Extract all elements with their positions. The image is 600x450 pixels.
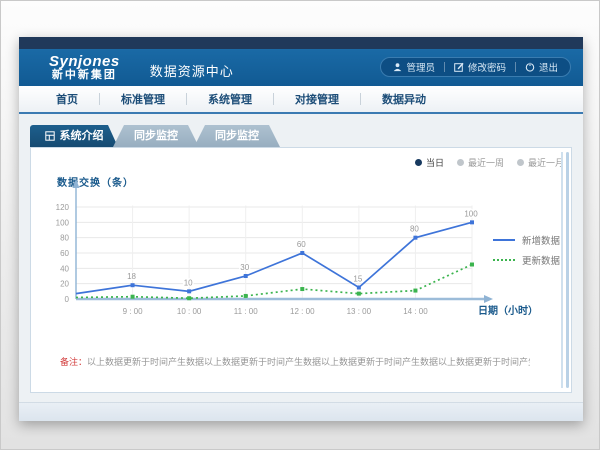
window-top-strip: [19, 37, 583, 49]
app-title: 数据资源中心: [136, 55, 234, 80]
tab-bar: 系统介绍 同步监控 同步监控: [30, 125, 583, 147]
series-marker: [357, 292, 361, 296]
grid-document-icon: [45, 131, 55, 141]
x-tick-label: 9 : 00: [123, 307, 144, 316]
series-marker: [300, 287, 304, 291]
y-axis-arrow-icon: [73, 179, 80, 188]
data-label: 15: [353, 275, 362, 284]
brand-logo-en: Synjones: [49, 54, 120, 69]
data-label: 80: [410, 225, 419, 234]
change-password-label: 修改密码: [468, 60, 506, 74]
y-tick-label: 120: [56, 203, 70, 212]
data-label: 30: [240, 263, 249, 272]
footnote-text: 以上数据更新于时间产生数据以上数据更新于时间产生数据以上数据更新于时间产生数据以…: [87, 357, 530, 367]
chart-x-axis-title: 日期（小时）: [478, 302, 538, 317]
nav-item-0[interactable]: 首页: [35, 91, 99, 107]
footnote-prefix: 备注：: [60, 357, 87, 367]
nav-item-1[interactable]: 标准管理: [100, 91, 186, 107]
x-tick-label: 10 : 00: [177, 307, 202, 316]
y-tick-label: 100: [56, 218, 70, 227]
tab-label: 系统介绍: [60, 125, 104, 147]
x-tick-label: 14 : 00: [403, 307, 428, 316]
footnote: 备注：以上数据更新于时间产生数据以上数据更新于时间产生数据以上数据更新于时间产生…: [60, 355, 530, 368]
data-label: 60: [297, 240, 306, 249]
edit-icon: [454, 62, 464, 72]
series-marker: [187, 296, 191, 300]
power-icon: [525, 62, 535, 72]
series-marker: [244, 274, 248, 278]
series-line-1: [76, 265, 472, 299]
desktop-background: Synjones 新中新集团 数据资源中心 管理员 修改密码 退出: [0, 0, 600, 450]
series-marker: [131, 283, 135, 287]
data-label: 18: [127, 272, 136, 281]
legend-line-sample: [493, 259, 515, 261]
window-footer: [19, 402, 583, 421]
legend-label: 更新数据: [522, 253, 560, 267]
user-toolbar: 管理员 修改密码 退出: [380, 57, 571, 77]
series-marker: [300, 251, 304, 255]
series-marker: [187, 289, 191, 293]
time-range-option-2[interactable]: 最近一月: [517, 156, 564, 169]
line-chart: 0 20 40 60 80 100 120 9 : 00 10 : 00 11 : 00 12 : …: [41, 164, 503, 361]
user-menu-label: 管理员: [406, 60, 435, 74]
nav-item-2[interactable]: 系统管理: [187, 91, 273, 107]
series-marker: [131, 295, 135, 299]
series-marker: [470, 263, 474, 267]
y-tick-label: 40: [60, 264, 69, 273]
chart-svg: 0 20 40 60 80 100 120 9 : 00 10 : 00 11 : 00 12 : …: [41, 164, 503, 356]
user-menu-button[interactable]: 管理员: [384, 60, 444, 74]
logout-label: 退出: [539, 60, 558, 74]
data-label: 100: [464, 209, 478, 218]
y-tick-label: 20: [60, 280, 69, 289]
app-header: Synjones 新中新集团 数据资源中心 管理员 修改密码 退出: [19, 49, 583, 86]
tab-label: 同步监控: [134, 125, 178, 147]
legend-item-1[interactable]: 更新数据: [493, 250, 560, 270]
y-tick-label: 0: [65, 295, 70, 304]
legend-label: 新增数据: [522, 233, 560, 247]
radio-dot: [517, 159, 524, 166]
person-icon: [393, 62, 402, 72]
x-tick-label: 13 : 00: [347, 307, 372, 316]
main-nav: 首页标准管理系统管理对接管理数据异动: [19, 86, 583, 114]
content-area: 系统介绍同步监控同步监控 当日最近一周最近一月 数据交换（条） 02040608…: [19, 125, 583, 393]
series-marker: [413, 236, 417, 240]
y-tick-label: 60: [60, 249, 69, 258]
series-marker: [413, 289, 417, 293]
series-marker: [244, 294, 248, 298]
radio-label: 最近一月: [528, 156, 564, 169]
series-marker: [470, 220, 474, 224]
series-marker: [357, 286, 361, 290]
tab-1[interactable]: 同步监控: [113, 125, 199, 147]
content-panel: 当日最近一周最近一月 数据交换（条） 0204060801001209 : 00…: [30, 147, 572, 393]
logout-button[interactable]: 退出: [516, 60, 567, 74]
change-password-button[interactable]: 修改密码: [445, 60, 515, 74]
scrollbar-thumb[interactable]: [566, 152, 569, 388]
scrollbar-track: [561, 152, 563, 388]
brand-logo-cn: 新中新集团: [49, 69, 120, 81]
y-tick-label: 80: [60, 234, 69, 243]
brand-logo: Synjones 新中新集团: [49, 54, 120, 81]
nav-item-3[interactable]: 对接管理: [274, 91, 360, 107]
x-tick-label: 12 : 00: [290, 307, 315, 316]
data-label: 10: [184, 278, 193, 287]
x-tick-label: 11 : 00: [234, 307, 258, 316]
nav-item-4[interactable]: 数据异动: [361, 91, 447, 107]
legend-item-0[interactable]: 新增数据: [493, 230, 560, 250]
tab-2[interactable]: 同步监控: [194, 125, 280, 147]
tab-label: 同步监控: [215, 125, 259, 147]
legend-line-sample: [493, 239, 515, 241]
tab-0[interactable]: 系统介绍: [30, 125, 118, 147]
app-window: Synjones 新中新集团 数据资源中心 管理员 修改密码 退出: [19, 37, 583, 421]
series-legend: 新增数据更新数据: [493, 230, 560, 270]
